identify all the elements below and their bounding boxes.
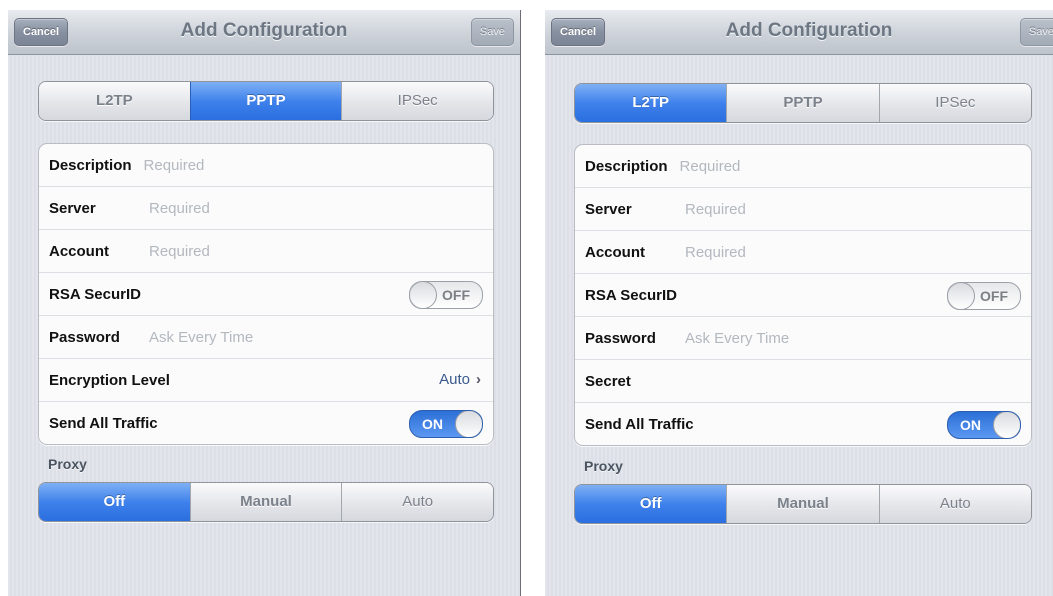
toggle-state: ON bbox=[422, 416, 443, 432]
toggle-knob bbox=[455, 411, 482, 437]
secret-row[interactable]: Secret bbox=[575, 359, 1031, 402]
vpn-type-segmented-control: L2TP PPTP IPSec bbox=[38, 81, 494, 121]
send-all-traffic-row: Send All Traffic ON bbox=[39, 401, 493, 444]
proxy-segmented-control: Off Manual Auto bbox=[574, 484, 1032, 524]
settings-group: Description Required Server Required Acc… bbox=[574, 144, 1032, 446]
segment-ipsec[interactable]: IPSec bbox=[878, 84, 1031, 122]
password-field[interactable]: Ask Every Time bbox=[685, 330, 789, 347]
description-field[interactable]: Required bbox=[144, 157, 205, 174]
server-field[interactable]: Required bbox=[149, 200, 210, 217]
toggle-knob bbox=[948, 283, 975, 309]
rsa-securid-label: RSA SecurID bbox=[49, 285, 141, 303]
rsa-securid-row: RSA SecurID OFF bbox=[575, 273, 1031, 316]
right-configuration-screen: Add Configuration Cancel Save L2TP PPTP … bbox=[545, 10, 1053, 596]
segment-proxy-manual[interactable]: Manual bbox=[189, 483, 342, 521]
cancel-button[interactable]: Cancel bbox=[551, 18, 606, 46]
segment-proxy-off[interactable]: Off bbox=[575, 485, 727, 523]
proxy-segmented-control: Off Manual Auto bbox=[38, 482, 494, 522]
save-button[interactable]: Save bbox=[1019, 18, 1053, 46]
page-title: Add Configuration bbox=[725, 20, 893, 41]
segment-proxy-manual[interactable]: Manual bbox=[726, 485, 879, 523]
segment-pptp[interactable]: PPTP bbox=[189, 82, 342, 120]
secret-label: Secret bbox=[585, 372, 631, 390]
server-row[interactable]: Server Required bbox=[575, 187, 1031, 230]
encryption-level-label: Encryption Level bbox=[49, 371, 170, 389]
description-label: Description bbox=[49, 156, 132, 174]
account-label: Account bbox=[585, 243, 645, 261]
description-field[interactable]: Required bbox=[680, 158, 741, 175]
segment-proxy-auto[interactable]: Auto bbox=[878, 485, 1031, 523]
account-field[interactable]: Required bbox=[685, 244, 746, 261]
encryption-level-row[interactable]: Encryption Level Auto › bbox=[39, 358, 493, 401]
account-field[interactable]: Required bbox=[149, 243, 210, 260]
toggle-state: ON bbox=[960, 417, 981, 433]
segment-l2tp[interactable]: L2TP bbox=[39, 82, 190, 120]
toggle-state: OFF bbox=[980, 288, 1008, 304]
page-title: Add Configuration bbox=[180, 20, 348, 41]
encryption-value-text: Auto bbox=[439, 371, 470, 388]
toggle-knob bbox=[993, 412, 1020, 438]
cancel-button[interactable]: Cancel bbox=[14, 18, 69, 46]
password-field[interactable]: Ask Every Time bbox=[149, 329, 253, 346]
proxy-section-label: Proxy bbox=[48, 456, 87, 472]
send-all-traffic-label: Send All Traffic bbox=[49, 414, 158, 432]
send-all-traffic-toggle[interactable]: ON bbox=[947, 411, 1021, 439]
password-label: Password bbox=[585, 329, 656, 347]
rsa-securid-row: RSA SecurID OFF bbox=[39, 272, 493, 315]
rsa-securid-toggle[interactable]: OFF bbox=[947, 282, 1021, 310]
segment-l2tp[interactable]: L2TP bbox=[575, 84, 727, 122]
toggle-state: OFF bbox=[442, 287, 470, 303]
send-all-traffic-row: Send All Traffic ON bbox=[575, 402, 1031, 445]
password-label: Password bbox=[49, 328, 120, 346]
segment-proxy-auto[interactable]: Auto bbox=[341, 483, 493, 521]
server-label: Server bbox=[49, 199, 96, 217]
description-row[interactable]: Description Required bbox=[575, 145, 1031, 187]
panel-divider bbox=[520, 10, 521, 596]
navigation-bar: Add Configuration Cancel Save bbox=[8, 10, 520, 55]
password-row[interactable]: Password Ask Every Time bbox=[39, 315, 493, 358]
encryption-level-value: Auto › bbox=[439, 359, 481, 401]
segment-proxy-off[interactable]: Off bbox=[39, 483, 190, 521]
settings-group: Description Required Server Required Acc… bbox=[38, 143, 494, 445]
description-label: Description bbox=[585, 157, 668, 175]
send-all-traffic-toggle[interactable]: ON bbox=[409, 410, 483, 438]
server-field[interactable]: Required bbox=[685, 201, 746, 218]
rsa-securid-toggle[interactable]: OFF bbox=[409, 281, 483, 309]
send-all-traffic-label: Send All Traffic bbox=[585, 415, 694, 433]
chevron-right-icon: › bbox=[476, 371, 481, 388]
rsa-securid-label: RSA SecurID bbox=[585, 286, 677, 304]
toggle-knob bbox=[410, 282, 437, 308]
left-configuration-screen: Add Configuration Cancel Save L2TP PPTP … bbox=[8, 10, 520, 596]
account-label: Account bbox=[49, 242, 109, 260]
save-button[interactable]: Save bbox=[470, 18, 514, 46]
password-row[interactable]: Password Ask Every Time bbox=[575, 316, 1031, 359]
proxy-section-label: Proxy bbox=[584, 458, 623, 474]
account-row[interactable]: Account Required bbox=[575, 230, 1031, 273]
server-label: Server bbox=[585, 200, 632, 218]
segment-pptp[interactable]: PPTP bbox=[726, 84, 879, 122]
segment-ipsec[interactable]: IPSec bbox=[341, 82, 493, 120]
vpn-type-segmented-control: L2TP PPTP IPSec bbox=[574, 83, 1032, 123]
server-row[interactable]: Server Required bbox=[39, 186, 493, 229]
description-row[interactable]: Description Required bbox=[39, 144, 493, 186]
navigation-bar: Add Configuration Cancel Save bbox=[545, 10, 1053, 55]
account-row[interactable]: Account Required bbox=[39, 229, 493, 272]
